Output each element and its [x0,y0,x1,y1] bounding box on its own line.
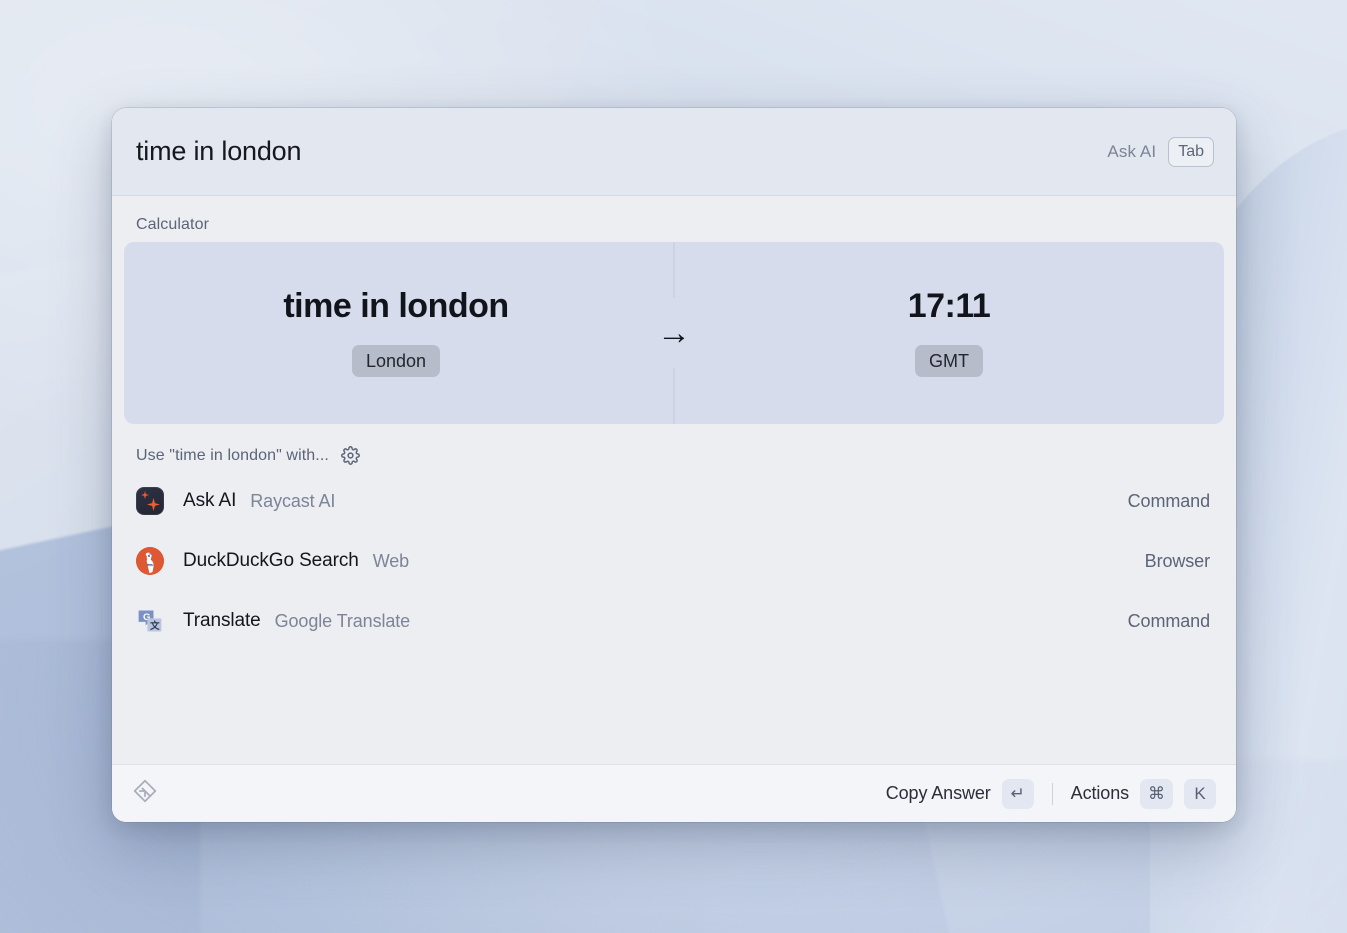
calculator-expression: time in london [283,289,508,323]
calculator-result: 17:11 [908,289,991,323]
raycast-window: Ask AI Tab Calculator time in london Lon… [112,108,1236,822]
list-item[interactable]: DuckDuckGo Search Web Browser [112,531,1236,591]
ask-ai-hint[interactable]: Ask AI Tab [1107,137,1214,167]
use-with-header: Use "time in london" with... [112,424,1236,471]
enter-keycap[interactable]: ↵ [1002,779,1034,809]
duckduckgo-icon [136,547,164,575]
svg-text:文: 文 [149,620,160,632]
list-item-kind: Command [1128,491,1210,512]
k-keycap[interactable]: K [1184,779,1216,809]
copy-answer-action[interactable]: Copy Answer ↵ [886,779,1034,809]
tab-keycap[interactable]: Tab [1168,137,1214,167]
search-bar: Ask AI Tab [112,108,1236,196]
footer-divider [1052,783,1053,805]
list-item[interactable]: G 文 Translate Google Translate Command [112,591,1236,651]
calculator-arrow-icon: → [639,298,709,368]
raycast-logo-icon [132,778,158,809]
list-item-title: DuckDuckGo Search [183,550,359,572]
calculator-result-chip: GMT [915,345,983,378]
list-item-subtitle: Web [373,551,409,572]
list-item-subtitle: Google Translate [275,611,410,632]
list-item[interactable]: Ask AI Raycast AI Command [112,471,1236,531]
copy-answer-label: Copy Answer [886,783,991,804]
results-body: Calculator time in london London → 17:11… [112,196,1236,764]
list-item-subtitle: Raycast AI [250,491,335,512]
list-item-kind: Command [1128,611,1210,632]
list-item-title: Translate [183,610,261,632]
ask-ai-label: Ask AI [1107,142,1156,162]
list-item-title: Ask AI [183,490,236,512]
command-keycap[interactable]: ⌘ [1140,779,1173,809]
calculator-section-title: Calculator [112,196,1236,242]
footer-bar: Copy Answer ↵ Actions ⌘ K [112,764,1236,822]
search-input[interactable] [136,136,1107,167]
calculator-expression-side: time in london London [124,242,674,424]
calculator-expression-chip: London [352,345,440,378]
calculator-result-card[interactable]: time in london London → 17:11 GMT [124,242,1224,424]
calculator-result-side: 17:11 GMT [674,242,1224,424]
actions-label: Actions [1071,783,1129,804]
gear-icon[interactable] [341,446,360,465]
actions-action[interactable]: Actions ⌘ K [1071,779,1216,809]
google-translate-icon: G 文 [136,607,164,635]
desktop-wallpaper: Ask AI Tab Calculator time in london Lon… [0,0,1347,933]
list-item-kind: Browser [1145,551,1210,572]
use-with-label: Use "time in london" with... [136,447,329,465]
raycast-ai-icon [136,487,164,515]
